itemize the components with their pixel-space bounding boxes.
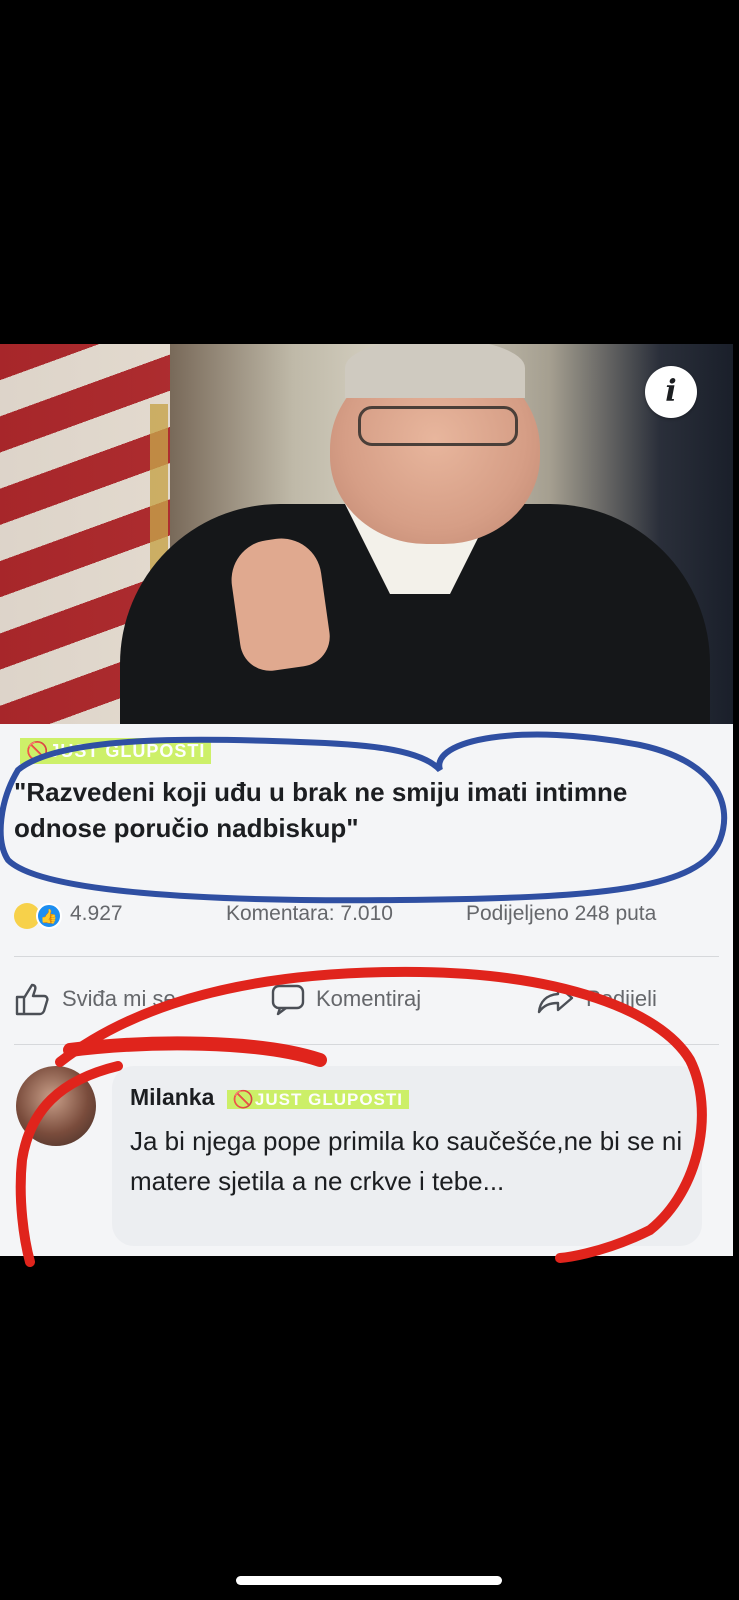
- comments-count[interactable]: Komentara: 7.010: [226, 902, 393, 926]
- post-actions: Sviđa mi se Komentiraj Podijeli: [0, 974, 733, 1024]
- avatar[interactable]: [16, 1066, 96, 1146]
- comment-author[interactable]: Milanka: [130, 1084, 214, 1110]
- share-button[interactable]: Podijeli: [536, 974, 657, 1024]
- divider: [14, 956, 719, 957]
- comment-author-line: Milanka 🚫JUST GLUPOSTI: [130, 1084, 410, 1113]
- comment-button[interactable]: Komentiraj: [270, 974, 421, 1024]
- share-label: Podijeli: [586, 986, 657, 1011]
- shares-count[interactable]: Podijeljeno 248 puta: [466, 902, 656, 926]
- share-arrow-icon: [537, 984, 574, 1014]
- like-label: Sviđa mi se: [62, 986, 176, 1011]
- comment-badge: 🚫JUST GLUPOSTI: [226, 1090, 410, 1109]
- facebook-post: i 🚫JUST GLUPOSTI "Razvedeni koji uđu u b…: [0, 344, 733, 1256]
- comment-icon: [271, 984, 305, 1016]
- post-photo[interactable]: i: [0, 344, 733, 724]
- info-icon[interactable]: i: [645, 366, 697, 418]
- like-button[interactable]: Sviđa mi se: [14, 974, 176, 1024]
- comment-text: Ja bi njega pope primila ko saučešće,ne …: [130, 1126, 683, 1196]
- page-badge: 🚫JUST GLUPOSTI: [20, 738, 212, 764]
- comment-label: Komentiraj: [316, 986, 422, 1011]
- home-indicator[interactable]: [236, 1576, 502, 1585]
- divider: [14, 1044, 719, 1045]
- post-headline[interactable]: "Razvedeni koji uđu u brak ne smiju imat…: [14, 774, 714, 846]
- reaction-count[interactable]: 4.927: [70, 902, 123, 926]
- like-reaction-icon: 👍: [36, 903, 62, 929]
- post-stats: 👍 4.927 Komentara: 7.010 Podijeljeno 248…: [14, 899, 719, 933]
- thumbs-up-icon: [15, 983, 49, 1016]
